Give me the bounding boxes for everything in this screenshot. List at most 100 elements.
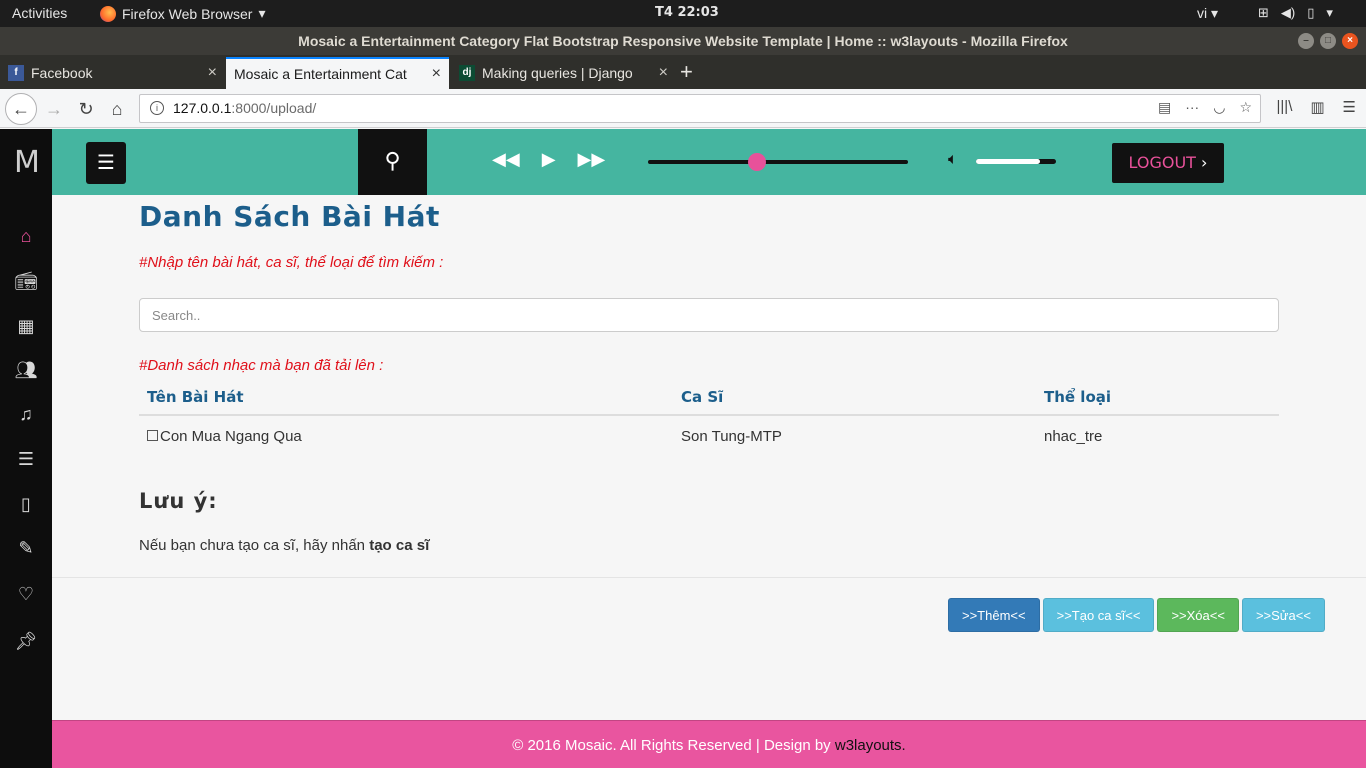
django-icon: dj (459, 65, 475, 81)
create-singer-button[interactable]: >>Tạo ca sĩ<< (1042, 598, 1155, 632)
footer-credit-link[interactable]: w3layouts. (835, 737, 906, 754)
app-menu-label: Firefox Web Browser (122, 5, 253, 22)
language-label: vi (1197, 5, 1208, 21)
volume-level (976, 159, 1040, 164)
tab-title: Making queries | Django (482, 65, 633, 81)
column-header-genre: Thể loại (1036, 380, 1279, 416)
reader-view-icon[interactable]: ▤ (1158, 99, 1171, 116)
facebook-icon: f (8, 65, 24, 81)
url-text[interactable]: 127.0.0.1:8000/upload/ (173, 100, 316, 116)
song-table: Tên Bài Hát Ca Sĩ Thể loại Con Mua Ngang… (139, 380, 1279, 453)
home-icon[interactable]: ⌂ (14, 224, 38, 248)
chevron-down-icon: ▾ (258, 5, 266, 21)
column-header-song: Tên Bài Hát (139, 380, 673, 416)
logout-label: LOGOUT (1128, 153, 1196, 172)
page-title: Danh Sách Bài Hát (139, 200, 440, 233)
site-logo[interactable]: M (14, 145, 40, 180)
fast-forward-icon[interactable]: ▶▶ (578, 149, 606, 170)
logout-button[interactable]: LOGOUT › (1112, 143, 1224, 183)
edit-button[interactable]: >>Sửa<< (1241, 598, 1325, 632)
home-button[interactable]: ⌂ (103, 95, 131, 123)
song-cell: Con Mua Ngang Qua (139, 415, 673, 453)
firefox-icon (100, 5, 116, 22)
new-tab-button[interactable]: + (680, 59, 693, 85)
close-tab-icon[interactable]: × (432, 65, 441, 83)
note-strong: tạo ca sĩ (369, 537, 430, 554)
reload-button[interactable]: ↻ (72, 95, 100, 123)
back-button[interactable]: ← (5, 93, 37, 125)
site-header: ☰ ⚲ ◀◀ ▶ ▶▶ 🔈︎ LOGOUT › (52, 129, 1366, 195)
search-hint: #Nhập tên bài hát, ca sĩ, thể loại để tì… (139, 254, 444, 271)
tab-title: Mosaic a Entertainment Cat (234, 66, 407, 82)
menu-toggle-button[interactable]: ☰ (86, 142, 126, 184)
chevron-down-icon: ▾ (1326, 5, 1333, 20)
web-page: M ⌂ 📻︎ ▦ 👥︎ ♫ ☰ ▯ ✎ ♡ 📌︎ ☰ ⚲ ◀◀ ▶ ▶▶ 🔈︎ … (0, 129, 1366, 768)
forward-button[interactable]: → (40, 95, 68, 123)
tab-facebook[interactable]: f Facebook × (0, 57, 225, 89)
battery-icon: ▯ (1307, 5, 1315, 20)
tab-title: Facebook (31, 65, 93, 81)
hamburger-menu-icon[interactable]: ☰ (1343, 98, 1356, 116)
book-icon[interactable]: ▯ (14, 492, 38, 516)
music-note-icon[interactable]: ♫ (14, 402, 38, 426)
users-icon[interactable]: 👥︎ (14, 358, 38, 382)
playlist-icon[interactable]: ☰ (14, 447, 38, 471)
play-icon[interactable]: ▶ (542, 149, 556, 170)
system-top-bar: Activities Firefox Web Browser ▾ T4 22:0… (0, 0, 1366, 27)
add-button[interactable]: >>Thêm<< (948, 598, 1040, 632)
close-tab-icon[interactable]: × (659, 64, 668, 82)
language-indicator[interactable]: vi ▾ (1197, 5, 1218, 22)
info-icon[interactable]: i (150, 101, 164, 115)
volume-icon: ◀) (1280, 5, 1296, 20)
pencil-icon[interactable]: ✎ (14, 536, 38, 560)
action-buttons: >>Thêm<< >>Tạo ca sĩ<< >>Xóa<< >>Sửa<< (948, 598, 1325, 632)
pin-icon[interactable]: 📌︎ (14, 629, 38, 653)
clock[interactable]: T4 22:03 (655, 5, 719, 20)
site-footer: © 2016 Mosaic. All Rights Reserved | Des… (52, 720, 1366, 768)
search-input[interactable] (139, 298, 1279, 332)
note-text-body: Nếu bạn chưa tạo ca sĩ, hãy nhấn (139, 537, 366, 554)
library-icon[interactable]: |||\ (1277, 98, 1293, 116)
app-menu[interactable]: Firefox Web Browser ▾ (100, 5, 265, 22)
grid-icon[interactable]: ▦ (14, 314, 38, 338)
song-name: Con Mua Ngang Qua (160, 428, 302, 445)
sidebar-toggle-icon[interactable]: ▥ (1310, 98, 1324, 116)
bookmark-star-icon[interactable]: ☆ (1239, 99, 1252, 116)
close-window-button[interactable]: × (1342, 33, 1358, 49)
maximize-button[interactable]: □ (1320, 33, 1336, 49)
network-icon: ⊞ (1258, 5, 1269, 20)
url-host: 127.0.0.1 (173, 100, 232, 116)
list-hint: #Danh sách nhạc mà bạn đã tải lên : (139, 357, 384, 374)
minimize-button[interactable]: – (1298, 33, 1314, 49)
more-actions-icon[interactable]: ··· (1185, 99, 1199, 116)
chevron-right-icon: › (1201, 153, 1208, 172)
delete-button[interactable]: >>Xóa<< (1157, 598, 1239, 632)
navigation-toolbar: ← → ↻ ⌂ i 127.0.0.1:8000/upload/ ▤ ··· ◡… (0, 89, 1366, 128)
rewind-icon[interactable]: ◀◀ (492, 149, 520, 170)
site-sidebar: M ⌂ 📻︎ ▦ 👥︎ ♫ ☰ ▯ ✎ ♡ 📌︎ (0, 129, 52, 768)
row-checkbox[interactable] (147, 430, 158, 441)
table-header-row: Tên Bài Hát Ca Sĩ Thể loại (139, 380, 1279, 416)
tab-mosaic[interactable]: Mosaic a Entertainment Cat × (226, 57, 449, 89)
divider (52, 577, 1366, 578)
volume-icon[interactable]: 🔈︎ (948, 151, 958, 169)
activities-button[interactable]: Activities (12, 5, 67, 21)
window-titlebar: Mosaic a Entertainment Category Flat Boo… (0, 27, 1366, 55)
seek-slider[interactable] (648, 153, 908, 171)
column-header-singer: Ca Sĩ (673, 380, 1036, 416)
note-text: Nếu bạn chưa tạo ca sĩ, hãy nhấn tạo ca … (139, 537, 429, 554)
url-bar[interactable]: i 127.0.0.1:8000/upload/ ▤ ··· ◡ ☆ (139, 94, 1261, 123)
player-controls: ◀◀ ▶ ▶▶ (492, 149, 605, 170)
window-title: Mosaic a Entertainment Category Flat Boo… (298, 33, 1068, 49)
heart-icon[interactable]: ♡ (14, 582, 38, 606)
volume-slider[interactable] (976, 159, 1056, 164)
genre-cell: nhac_tre (1044, 428, 1103, 445)
system-tray[interactable]: ⊞ ◀) ▯ ▾ (1258, 5, 1333, 21)
close-tab-icon[interactable]: × (208, 64, 217, 82)
search-button[interactable]: ⚲ (358, 129, 427, 195)
radio-icon[interactable]: 📻︎ (14, 269, 38, 293)
pocket-icon[interactable]: ◡ (1213, 99, 1225, 116)
singer-cell: Son Tung-MTP (681, 428, 782, 445)
tab-django[interactable]: dj Making queries | Django × (451, 57, 676, 89)
seek-handle[interactable] (748, 153, 767, 171)
